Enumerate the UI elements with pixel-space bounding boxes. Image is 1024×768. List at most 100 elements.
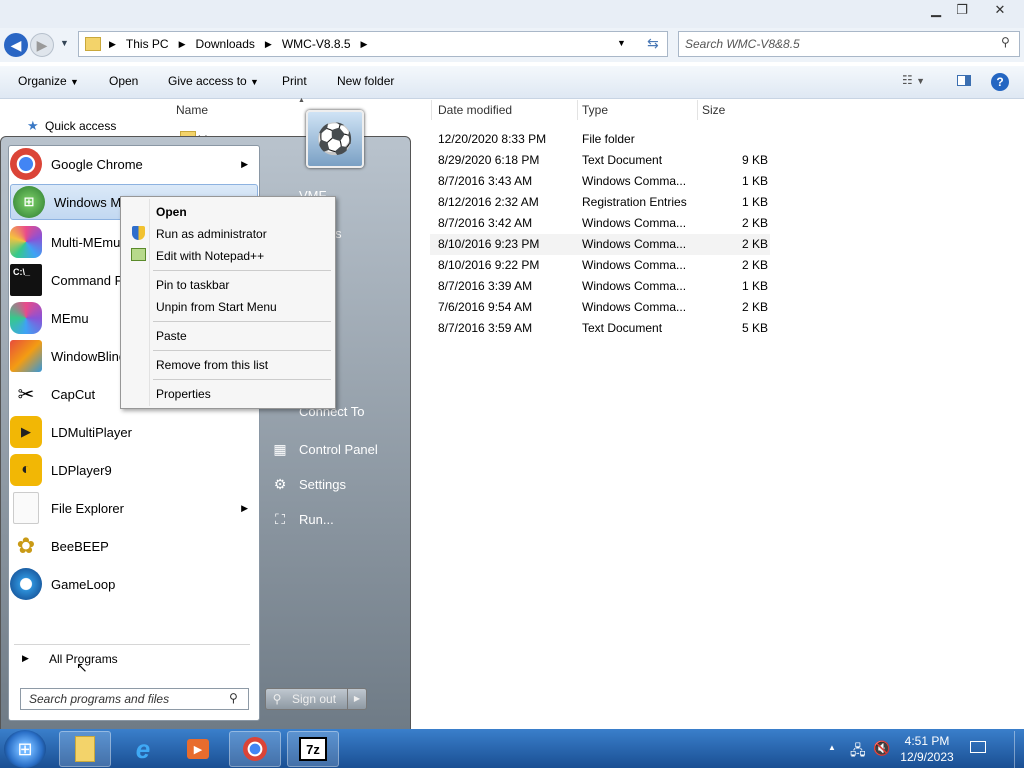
icon-gutter-divider xyxy=(149,199,150,406)
show-hidden-icons-arrow-icon[interactable]: ▲ xyxy=(828,743,836,752)
table-row[interactable]: 8/7/2016 3:39 AM Windows Comma... 1 KB xyxy=(430,276,770,297)
program-search-input[interactable]: Search programs and files ⚲ xyxy=(20,688,249,710)
chrome-icon xyxy=(10,148,42,180)
program-ldplayer9[interactable]: ◐ LDPlayer9 xyxy=(10,452,258,488)
start-item-label: Run... xyxy=(299,511,334,527)
context-item-edit-with-notepad-plus-plus[interactable]: Edit with Notepad++ xyxy=(156,249,264,263)
help-icon[interactable]: ? xyxy=(991,73,1009,91)
taskbar-internet-explorer[interactable]: e xyxy=(117,731,169,767)
show-desktop-button[interactable] xyxy=(1014,731,1024,768)
restore-button[interactable]: ❐ xyxy=(948,0,976,20)
program-label: LDPlayer9 xyxy=(51,462,112,478)
forward-button[interactable]: ▶ xyxy=(30,33,54,57)
program-label: MEmu xyxy=(51,310,89,326)
column-header-date[interactable]: Date modified xyxy=(438,103,512,117)
file-date: 8/10/2016 9:22 PM xyxy=(438,258,540,272)
breadcrumb-downloads[interactable]: Downloads xyxy=(196,37,255,51)
give-access-label: Give access to xyxy=(168,74,247,88)
start-button[interactable]: ⊞ xyxy=(4,730,46,768)
breadcrumb-chevron-icon: ▶ xyxy=(178,38,186,49)
back-arrow-icon: ◀ xyxy=(10,36,22,53)
clock-time: 4:51 PM xyxy=(904,734,950,748)
sign-out-button[interactable]: ⚲ Sign out ▶ xyxy=(265,688,367,710)
table-row[interactable]: 8/7/2016 3:43 AM Windows Comma... 1 KB xyxy=(430,171,770,192)
capcut-icon: ✂ xyxy=(10,378,42,410)
window-titlebar xyxy=(0,0,1024,28)
search-input[interactable]: Search WMC-V8&8.5 ⚲ xyxy=(678,31,1020,57)
file-date: 8/12/2016 2:32 AM xyxy=(438,195,539,209)
search-placeholder: Search WMC-V8&8.5 xyxy=(685,37,800,51)
table-row[interactable]: 8/12/2016 2:32 AM Registration Entries 1 K… xyxy=(430,192,770,213)
context-item-run-as-administrator[interactable]: Run as administrator xyxy=(156,227,267,241)
file-type: Windows Comma... xyxy=(582,279,687,293)
start-item-control-panel[interactable]: ▦ Control Panel xyxy=(270,440,377,458)
table-row[interactable]: 12/20/2020 8:33 PM File folder xyxy=(430,129,770,150)
organize-button[interactable]: Organize ▼ xyxy=(18,74,79,88)
table-row[interactable]: 8/7/2016 3:42 AM Windows Comma... 2 KB xyxy=(430,213,770,234)
program-ldmultiplayer[interactable]: ▶ LDMultiPlayer xyxy=(10,414,258,450)
shutdown-options-arrow-icon[interactable]: ▶ xyxy=(347,689,366,709)
program-beebeep[interactable]: ✿ BeeBEEP xyxy=(10,528,258,564)
preview-pane-icon[interactable] xyxy=(957,75,971,86)
table-row[interactable]: 8/7/2016 3:59 AM Text Document 5 KB xyxy=(430,318,770,339)
minimize-button[interactable]: ▁ xyxy=(922,0,950,20)
column-header-name[interactable]: Name xyxy=(176,103,208,117)
context-item-properties[interactable]: Properties xyxy=(156,387,211,401)
taskbar-7zip[interactable]: 7z xyxy=(287,731,339,767)
separator xyxy=(153,350,331,351)
user-avatar-soccer-ball-icon[interactable]: ⚽ xyxy=(306,110,364,168)
context-item-pin-to-taskbar[interactable]: Pin to taskbar xyxy=(156,278,229,292)
close-button[interactable]: ✕ xyxy=(978,0,1022,20)
program-gameloop[interactable]: GameLoop xyxy=(10,566,258,602)
table-row[interactable]: 8/10/2016 9:22 PM Windows Comma... 2 KB xyxy=(430,255,770,276)
open-button[interactable]: Open xyxy=(109,74,138,88)
context-item-remove-from-list[interactable]: Remove from this list xyxy=(156,358,268,372)
column-header-type[interactable]: Type xyxy=(582,103,608,117)
taskbar-clock[interactable]: 4:51 PM 12/9/2023 xyxy=(893,733,961,765)
address-dropdown-icon[interactable]: ▼ xyxy=(617,38,626,48)
program-google-chrome[interactable]: Google Chrome ▶ xyxy=(10,146,258,182)
view-options-icon[interactable]: ☷ ▼ xyxy=(902,73,925,87)
windows-media-center-icon: ⊞ xyxy=(13,186,45,218)
breadcrumb-chevron-icon: ▶ xyxy=(360,38,368,49)
taskbar-file-explorer[interactable] xyxy=(59,731,111,767)
action-center-icon[interactable] xyxy=(970,741,986,753)
forward-arrow-icon: ▶ xyxy=(36,36,48,53)
file-date: 8/10/2016 9:23 PM xyxy=(438,237,540,251)
context-item-paste[interactable]: Paste xyxy=(156,329,187,343)
breadcrumb-wmc[interactable]: WMC-V8.8.5 xyxy=(282,37,351,51)
back-button[interactable]: ◀ xyxy=(4,33,28,57)
folder-icon xyxy=(85,37,101,51)
submenu-arrow-icon: ▶ xyxy=(241,158,248,169)
file-size: 1 KB xyxy=(741,279,768,293)
taskbar-media-player[interactable]: ▶ xyxy=(172,731,224,767)
table-row[interactable]: 8/10/2016 9:23 PM Windows Comma... 2 KB xyxy=(430,234,770,255)
print-button[interactable]: Print xyxy=(282,74,307,88)
program-file-explorer[interactable]: File Explorer ▶ xyxy=(10,490,258,526)
chrome-icon xyxy=(243,737,267,761)
network-icon[interactable]: 🖧 xyxy=(850,740,866,764)
separator xyxy=(153,321,331,322)
file-date: 8/7/2016 3:42 AM xyxy=(438,216,533,230)
context-item-open[interactable]: Open xyxy=(156,205,187,219)
uac-shield-icon xyxy=(132,226,145,240)
give-access-button[interactable]: Give access to ▼ xyxy=(168,74,259,88)
start-item-settings[interactable]: ⚙ Settings xyxy=(270,475,346,493)
table-row[interactable]: 7/6/2016 9:54 AM Windows Comma... 2 KB xyxy=(430,297,770,318)
taskbar-google-chrome[interactable] xyxy=(229,731,281,767)
refresh-icon[interactable]: ⇆ xyxy=(647,35,659,52)
new-folder-button[interactable]: New folder xyxy=(337,74,394,88)
volume-muted-icon[interactable]: 🔇 xyxy=(873,740,890,757)
file-size: 5 KB xyxy=(741,321,768,335)
recent-locations-dropdown[interactable]: ▼ xyxy=(60,38,69,48)
file-type: Text Document xyxy=(582,321,663,335)
table-row[interactable]: 8/29/2020 6:18 PM Text Document 9 KB xyxy=(430,150,770,171)
address-bar[interactable]: ▶ This PC ▶ Downloads ▶ WMC-V8.8.5 ▶ ▼ ⇆ xyxy=(78,31,668,57)
column-header-size[interactable]: Size xyxy=(702,103,725,117)
chevron-down-icon: ▼ xyxy=(70,77,79,87)
breadcrumb-this-pc[interactable]: This PC xyxy=(126,37,169,51)
context-item-unpin-from-start-menu[interactable]: Unpin from Start Menu xyxy=(156,300,277,314)
start-item-run[interactable]: ⛶ Run... xyxy=(270,510,334,528)
quick-access-link[interactable]: Quick access xyxy=(45,119,116,133)
breadcrumb-chevron-icon: ▶ xyxy=(264,38,272,49)
